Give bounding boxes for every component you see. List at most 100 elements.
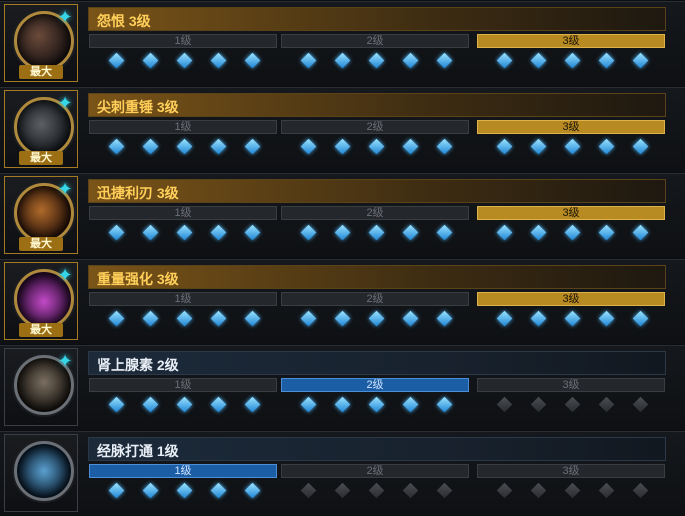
skill-row[interactable]: ✦ 最大 迅捷利刃 3级 1级 2级 3级 <box>0 173 685 258</box>
level-tab[interactable]: 3级 <box>477 120 665 134</box>
gem-icon <box>108 138 125 155</box>
skill-title: 重量强化 3级 <box>97 271 179 287</box>
gem-icon <box>300 310 317 327</box>
gem-icon <box>496 52 513 69</box>
gem-icon <box>632 224 649 241</box>
gem-icon <box>598 396 615 413</box>
skill-row[interactable]: ✦ 最大 尖刺重锤 3级 1级 2级 3级 <box>0 87 685 172</box>
sparkle-icon: ✦ <box>57 93 73 113</box>
level-tab[interactable]: 3级 <box>477 292 665 306</box>
gem-icon <box>108 396 125 413</box>
gem-icon <box>142 310 159 327</box>
gem-icon <box>244 396 261 413</box>
gem-icon <box>142 52 159 69</box>
gem-icon <box>368 396 385 413</box>
gem-icon <box>496 396 513 413</box>
gem-icon <box>210 396 227 413</box>
gem-icon <box>176 310 193 327</box>
gem-icon <box>632 310 649 327</box>
skill-portrait[interactable]: ✦ 最大 <box>4 4 78 82</box>
level-tab[interactable]: 1级 <box>89 206 277 220</box>
level-tab[interactable]: 3级 <box>477 464 665 478</box>
level-tab[interactable]: 3级 <box>477 34 665 48</box>
level-tab[interactable]: 2级 <box>281 292 469 306</box>
gem-icon <box>436 396 453 413</box>
skill-title: 迅捷利刃 3级 <box>97 185 179 201</box>
gem-icon <box>598 224 615 241</box>
level-tab[interactable]: 2级 <box>281 120 469 134</box>
gem-icon <box>402 224 419 241</box>
gem-icon <box>564 310 581 327</box>
gem-icon <box>176 396 193 413</box>
gem-icon <box>402 482 419 499</box>
gem-icon <box>598 138 615 155</box>
gem-icon <box>402 138 419 155</box>
gem-icon <box>142 138 159 155</box>
level-tab[interactable]: 1级 <box>89 464 277 478</box>
gem-icon <box>530 310 547 327</box>
gem-icon <box>300 482 317 499</box>
gem-icon <box>436 310 453 327</box>
gem-icon <box>368 138 385 155</box>
skill-icon <box>14 441 74 501</box>
gem-icon <box>210 224 227 241</box>
gem-icon <box>300 138 317 155</box>
level-tab[interactable]: 1级 <box>89 34 277 48</box>
gem-icon <box>530 138 547 155</box>
gem-icon <box>300 396 317 413</box>
skill-portrait[interactable]: ✦ 最大 <box>4 176 78 254</box>
gem-icon <box>564 224 581 241</box>
skill-title-bar: 经脉打通 1级 <box>88 437 666 461</box>
skill-row[interactable]: ✦ 最大 怨恨 3级 1级 2级 3级 <box>0 1 685 86</box>
gem-icon <box>496 310 513 327</box>
level-tab[interactable]: 2级 <box>281 34 469 48</box>
sparkle-icon: ✦ <box>57 351 73 371</box>
gem-icon <box>210 138 227 155</box>
skill-title-bar: 怨恨 3级 <box>88 7 666 31</box>
level-tab[interactable]: 3级 <box>477 206 665 220</box>
gem-icon <box>334 138 351 155</box>
level-tab[interactable]: 3级 <box>477 378 665 392</box>
skill-row[interactable]: ✦ 肾上腺素 2级 1级 2级 3级 <box>0 345 685 430</box>
skill-portrait[interactable]: ✦ 最大 <box>4 262 78 340</box>
skill-portrait[interactable]: ✦ 最大 <box>4 90 78 168</box>
level-tab[interactable]: 1级 <box>89 378 277 392</box>
gem-icon <box>436 224 453 241</box>
skill-title: 肾上腺素 2级 <box>97 357 179 373</box>
gem-icon <box>530 396 547 413</box>
level-tab[interactable]: 2级 <box>281 378 469 392</box>
gem-icon <box>300 52 317 69</box>
level-tab[interactable]: 1级 <box>89 292 277 306</box>
skill-title: 尖刺重锤 3级 <box>97 99 179 115</box>
gem-icon <box>142 396 159 413</box>
max-badge: 最大 <box>19 65 63 79</box>
skill-portrait[interactable]: ✦ <box>4 348 78 426</box>
skill-title-bar: 肾上腺素 2级 <box>88 351 666 375</box>
level-tab[interactable]: 2级 <box>281 464 469 478</box>
gem-icon <box>210 482 227 499</box>
gem-icon <box>564 52 581 69</box>
gem-icon <box>632 138 649 155</box>
gem-icon <box>176 52 193 69</box>
gem-icon <box>496 138 513 155</box>
gem-icon <box>436 138 453 155</box>
gem-icon <box>368 52 385 69</box>
gem-icon <box>244 310 261 327</box>
gem-icon <box>334 52 351 69</box>
gem-icon <box>334 396 351 413</box>
gem-icon <box>402 310 419 327</box>
skill-title-bar: 尖刺重锤 3级 <box>88 93 666 117</box>
skill-row[interactable]: ✦ 最大 重量强化 3级 1级 2级 3级 <box>0 259 685 344</box>
level-tab[interactable]: 2级 <box>281 206 469 220</box>
gem-icon <box>108 482 125 499</box>
gem-icon <box>244 482 261 499</box>
gem-icon <box>530 224 547 241</box>
gem-icon <box>334 310 351 327</box>
gem-icon <box>368 224 385 241</box>
gem-icon <box>176 224 193 241</box>
gem-icon <box>564 138 581 155</box>
level-tab[interactable]: 1级 <box>89 120 277 134</box>
skill-title: 经脉打通 1级 <box>97 443 179 459</box>
skill-portrait[interactable] <box>4 434 78 512</box>
skill-row[interactable]: 经脉打通 1级 1级 2级 3级 <box>0 431 685 516</box>
